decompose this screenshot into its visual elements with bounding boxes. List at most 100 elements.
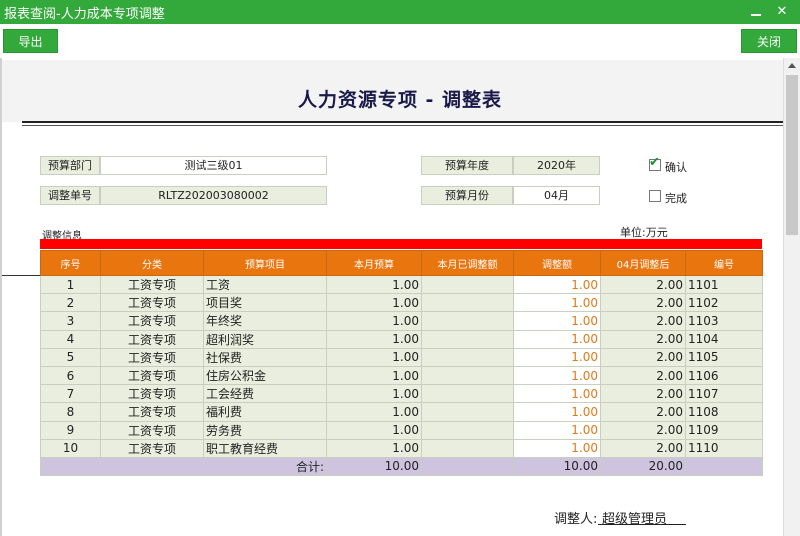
dept-label: 预算部门 [40,156,100,175]
cell-after: 2.00 [600,365,686,386]
cell-adjust-input[interactable]: 1.00 [513,402,601,422]
cell-adjusted [421,311,514,331]
done-checkbox[interactable] [649,190,661,202]
signer-label: 调整人: [554,512,598,527]
cell-category: 工资专项 [100,311,204,331]
cell-adjust-input[interactable]: 1.00 [513,329,601,349]
total-row: 合计: 10.00 10.00 20.00 [40,456,763,476]
cell-code: 1105 [685,347,763,367]
minimize-button[interactable] [746,2,766,22]
cell-adjusted [421,329,514,349]
cell-after: 2.00 [600,420,686,440]
cell-budget: 1.00 [326,420,422,440]
col-header-category[interactable]: 分类 [100,250,204,276]
cell-after: 2.00 [600,311,686,331]
toolbar: 导出 关闭 [0,24,800,58]
table-row: 6 工资专项 住房公积金 1.00 1.00 2.00 1106 [40,365,763,386]
cell-adjust-input[interactable]: 1.00 [513,293,601,313]
cell-item: 住房公积金 [203,365,327,386]
doc-number-field[interactable]: RLTZ202003080002 [100,186,327,205]
col-header-code[interactable]: 编号 [685,250,763,276]
cell-category: 工资专项 [100,438,204,458]
table-row: 1 工资专项 工资 1.00 1.00 2.00 1101 [40,274,763,295]
check-icon: ✔ [649,155,660,170]
total-adjusted [421,456,514,476]
left-rule [2,275,42,276]
cell-adjusted [421,438,514,458]
cell-adjust-input[interactable]: 1.00 [513,420,601,440]
cell-after: 2.00 [600,347,686,367]
cell-seq: 4 [40,329,101,349]
close-button[interactable]: 关闭 [741,29,797,53]
report-title: 人力资源专项 - 调整表 [297,89,503,111]
table-row: 2 工资专项 项目奖 1.00 1.00 2.00 1102 [40,293,763,313]
total-after: 20.00 [600,456,686,476]
col-header-seq[interactable]: 序号 [40,250,101,276]
col-header-item[interactable]: 预算项目 [203,250,327,276]
doc-number-label: 调整单号 [40,186,100,205]
cell-seq: 5 [40,347,101,367]
month-label: 预算月份 [421,186,513,205]
cell-seq: 10 [40,438,101,458]
dept-field[interactable]: 测试三级01 [100,156,327,175]
window-close-button[interactable]: ✕ [772,2,792,22]
cell-category: 工资专项 [100,384,204,404]
cell-adjust-input[interactable]: 1.00 [513,438,601,458]
col-header-after[interactable]: 04月调整后 [600,250,686,276]
cell-code: 1104 [685,329,763,349]
cell-seq: 7 [40,384,101,404]
done-label: 完成 [665,192,687,205]
month-field[interactable]: 04月 [513,186,600,205]
cell-budget: 1.00 [326,365,422,386]
cell-adjust-input[interactable]: 1.00 [513,347,601,367]
cell-category: 工资专项 [100,274,204,295]
cell-category: 工资专项 [100,293,204,313]
cell-adjust-input[interactable]: 1.00 [513,384,601,404]
col-header-budget[interactable]: 本月预算 [326,250,422,276]
cell-seq: 3 [40,311,101,331]
confirm-label: 确认 [665,161,687,174]
cell-adjust-input[interactable]: 1.00 [513,311,601,331]
confirm-checkbox[interactable]: ✔ [649,155,661,171]
table-row: 3 工资专项 年终奖 1.00 1.00 2.00 1103 [40,311,763,331]
cell-budget: 1.00 [326,311,422,331]
cell-code: 1103 [685,311,763,331]
cell-adjust-input[interactable]: 1.00 [513,274,601,295]
table-header-row: 序号 分类 预算项目 本月预算 本月已调整额 调整额 04月调整后 编号 [40,250,763,276]
cell-item: 福利费 [203,402,327,422]
cell-budget: 1.00 [326,402,422,422]
close-icon: ✕ [776,4,788,19]
year-label: 预算年度 [421,156,513,175]
cell-after: 2.00 [600,274,686,295]
cell-adjusted [421,402,514,422]
col-header-adjusted[interactable]: 本月已调整额 [421,250,514,276]
cell-after: 2.00 [600,293,686,313]
total-budget: 10.00 [326,456,422,476]
year-field[interactable]: 2020年 [513,156,600,175]
cell-adjusted [421,347,514,367]
cell-item: 年终奖 [203,311,327,331]
cell-item: 职工教育经费 [203,438,327,458]
cell-adjust-input[interactable]: 1.00 [513,365,601,386]
cell-seq: 1 [40,274,101,295]
export-button[interactable]: 导出 [3,29,58,53]
col-header-adjust[interactable]: 调整额 [513,250,601,276]
cell-code: 1109 [685,420,763,440]
total-label: 合计: [40,456,327,476]
cell-code: 1102 [685,293,763,313]
cell-item: 工会经费 [203,384,327,404]
cell-seq: 6 [40,365,101,386]
minimize-icon [751,14,761,16]
cell-budget: 1.00 [326,293,422,313]
table-row: 7 工资专项 工会经费 1.00 1.00 2.00 1107 [40,384,763,404]
total-code [685,456,763,476]
total-adjust: 10.00 [513,456,601,476]
cell-item: 社保费 [203,347,327,367]
table-row: 8 工资专项 福利费 1.00 1.00 2.00 1108 [40,402,763,422]
cell-category: 工资专项 [100,365,204,386]
vertical-scrollbar[interactable] [783,58,800,536]
title-rule-thin [22,125,783,126]
cell-item: 劳务费 [203,420,327,440]
scroll-up-icon[interactable] [788,63,796,68]
cell-item: 工资 [203,274,327,295]
